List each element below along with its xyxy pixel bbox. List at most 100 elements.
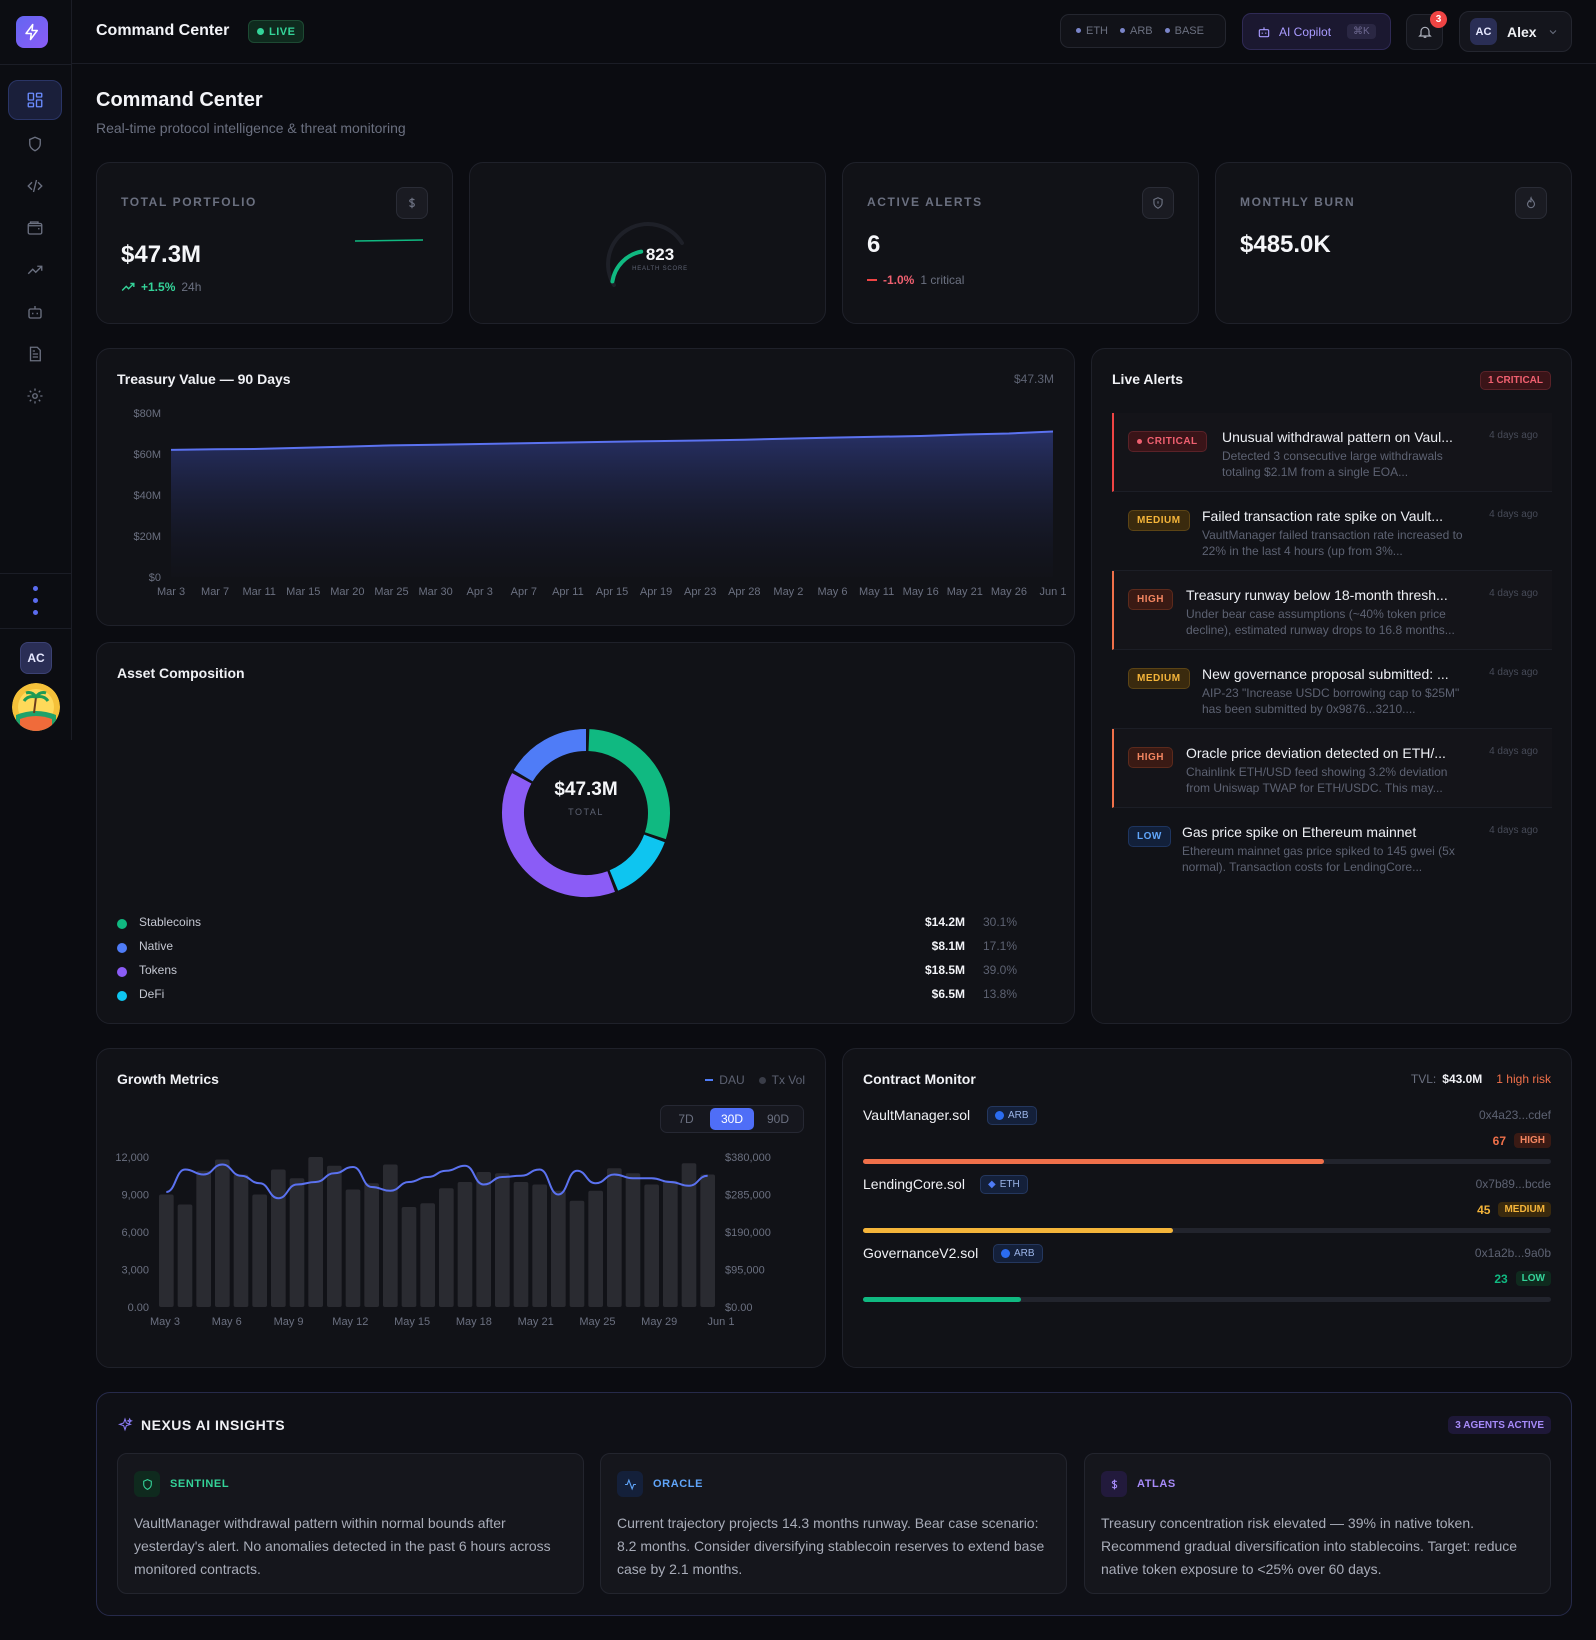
contract-name[interactable]: VaultManager.sol [863, 1107, 970, 1123]
alert-item[interactable]: CRITICAL Unusual withdrawal pattern on V… [1112, 413, 1552, 492]
alert-item[interactable]: MEDIUM Failed transaction rate spike on … [1112, 492, 1552, 571]
sidebar-item-dashboard[interactable] [8, 80, 62, 120]
legend-item-defi[interactable]: DeFi $6.5M 13.8% [117, 987, 1037, 1007]
y-tick-label: 9,000 [121, 1190, 149, 1202]
sidebar-item-wallet[interactable] [8, 208, 62, 248]
y-tick-label: $0 [149, 572, 161, 584]
ai-copilot-button[interactable]: AI Copilot ⌘K [1242, 13, 1391, 50]
alert-title: Treasury runway below 18-month thresh... [1186, 587, 1448, 603]
y2-tick-label: $0.00 [725, 1302, 753, 1314]
notifications-button[interactable]: 3 [1406, 11, 1447, 50]
legend-value: $6.5M [931, 987, 965, 1001]
treasury-area-chart[interactable]: $0 $20M $40M $60M $80M Mar 3 Mar 7 Mar 11 Mar 15… [97, 349, 1076, 627]
y-tick-label: 12,000 [115, 1152, 149, 1164]
tvl-label: TVL: [1410, 1072, 1437, 1086]
sidebar-item-analytics[interactable] [8, 250, 62, 290]
tx-vol-bar [289, 1178, 305, 1307]
legend-label: Stablecoins [139, 915, 202, 929]
sidebar-avatar[interactable]: AC [20, 642, 52, 674]
legend-percent: 30.1% [982, 915, 1017, 929]
contract-address[interactable]: 0x1a2b...9a0b [1475, 1246, 1551, 1260]
tvl-value: $43.0M [1442, 1072, 1483, 1086]
x-tick-label: May 9 [274, 1316, 304, 1328]
live-dot-icon [257, 28, 264, 35]
x-tick-label: May 25 [579, 1316, 615, 1328]
tx-vol-bar [476, 1172, 491, 1307]
sidebar-item-reports[interactable] [8, 334, 62, 374]
health-score-value: 823 [645, 245, 675, 264]
sidebar-item-agents[interactable] [8, 292, 62, 332]
insight-card-sentinel[interactable]: SENTINEL VaultManager withdrawal pattern… [117, 1453, 584, 1594]
contract-name[interactable]: LendingCore.sol [863, 1176, 965, 1192]
tx-vol-bar [327, 1165, 342, 1307]
alert-time: 4 days ago [1489, 825, 1538, 836]
activity-icon [617, 1471, 643, 1497]
app-logo[interactable] [16, 16, 48, 48]
eth-icon: ◆ [988, 1179, 996, 1190]
tx-vol-bar [233, 1174, 249, 1307]
legend-percent: 13.8% [982, 987, 1017, 1001]
insight-card-atlas[interactable]: ATLAS Treasury concentration risk elevat… [1084, 1453, 1551, 1594]
severity-badge: MEDIUM [1128, 668, 1190, 689]
severity-badge: MEDIUM [1128, 510, 1190, 531]
alert-description: Chainlink ETH/USD feed showing 3.2% devi… [1186, 765, 1448, 795]
document-icon [29, 346, 41, 362]
sidebar-item-code[interactable] [8, 166, 62, 206]
tx-vol-bar [495, 1173, 510, 1307]
chain-eth[interactable]: ETH [1076, 25, 1108, 37]
treasury-area [171, 431, 1053, 577]
dollar-icon [396, 187, 428, 219]
bolt-icon [25, 23, 38, 41]
kpi-label: MONTHLY BURN [1240, 195, 1356, 209]
sidebar-item-security[interactable] [8, 124, 62, 164]
chain-selector[interactable]: ETH ARB BASE [1060, 14, 1226, 48]
x-tick-label: Apr 28 [728, 586, 760, 598]
range-30d[interactable]: 30D [710, 1108, 754, 1130]
legend-item-tokens[interactable]: Tokens $18.5M 39.0% [117, 963, 1037, 983]
notification-count-badge: 3 [1430, 11, 1447, 28]
tx-vol-bar [159, 1194, 174, 1307]
sidebar-item-settings[interactable] [8, 376, 62, 416]
tx-vol-bar [551, 1190, 566, 1307]
donut-slice-native [513, 729, 587, 782]
user-menu[interactable]: AC Alex [1459, 11, 1572, 52]
chain-badge: ◆ ETH [980, 1175, 1028, 1194]
profile-image-avatar[interactable] [12, 683, 60, 731]
alert-item[interactable]: MEDIUM New governance proposal submitted… [1112, 650, 1552, 729]
kpi-health-score: 823 HEALTH SCORE [469, 162, 826, 324]
range-90d[interactable]: 90D [756, 1108, 800, 1130]
sidebar: AC [0, 0, 72, 740]
tx-vol-bar [457, 1182, 473, 1307]
tx-vol-bar [700, 1174, 715, 1307]
range-7d[interactable]: 7D [664, 1108, 708, 1130]
legend-value: $18.5M [924, 963, 965, 977]
severity-badge: HIGH [1128, 589, 1173, 610]
alert-item[interactable]: LOW Gas price spike on Ethereum mainnet … [1112, 808, 1552, 887]
contract-address[interactable]: 0x7b89...bcde [1476, 1177, 1551, 1191]
legend-item-native[interactable]: Native $8.1M 17.1% [117, 939, 1037, 959]
alert-item[interactable]: HIGH Treasury runway below 18-month thre… [1112, 571, 1552, 650]
contract-address[interactable]: 0x4a23...cdef [1479, 1108, 1551, 1122]
risk-level-badge: HIGH [1514, 1133, 1551, 1148]
kpi-monthly-burn: MONTHLY BURN $485.0K [1215, 162, 1572, 324]
alert-item[interactable]: HIGH Oracle price deviation detected on … [1112, 729, 1552, 808]
legend-value: $8.1M [931, 939, 965, 953]
growth-bar-line-chart[interactable]: 0.00 3,000 6,000 9,000 12,000 $0.00 $95,000 $19… [97, 1049, 827, 1369]
risk-score-value: 23 [1494, 1271, 1508, 1286]
contract-name[interactable]: GovernanceV2.sol [863, 1245, 978, 1261]
range-toggle[interactable]: 7D 30D 90D [660, 1105, 804, 1133]
tx-vol-bar [439, 1188, 454, 1307]
insight-card-oracle[interactable]: ORACLE Current trajectory projects 14.3 … [600, 1453, 1067, 1594]
chain-arb[interactable]: ARB [1120, 25, 1153, 37]
code-icon [27, 179, 43, 193]
legend-item-stablecoins[interactable]: Stablecoins $14.2M 30.1% [117, 915, 1037, 935]
kpi-total-portfolio: TOTAL PORTFOLIO $47.3M +1.5% 24h [96, 162, 453, 324]
y-tick-label: $60M [133, 449, 161, 461]
chain-base[interactable]: BASE [1165, 25, 1204, 37]
alert-time: 4 days ago [1489, 588, 1538, 599]
legend-label: Native [139, 939, 174, 953]
trend-down-icon [867, 279, 877, 281]
more-dots-icon[interactable] [33, 586, 38, 622]
chain-label: ETH [999, 1179, 1020, 1190]
risk-bar [863, 1228, 1551, 1233]
